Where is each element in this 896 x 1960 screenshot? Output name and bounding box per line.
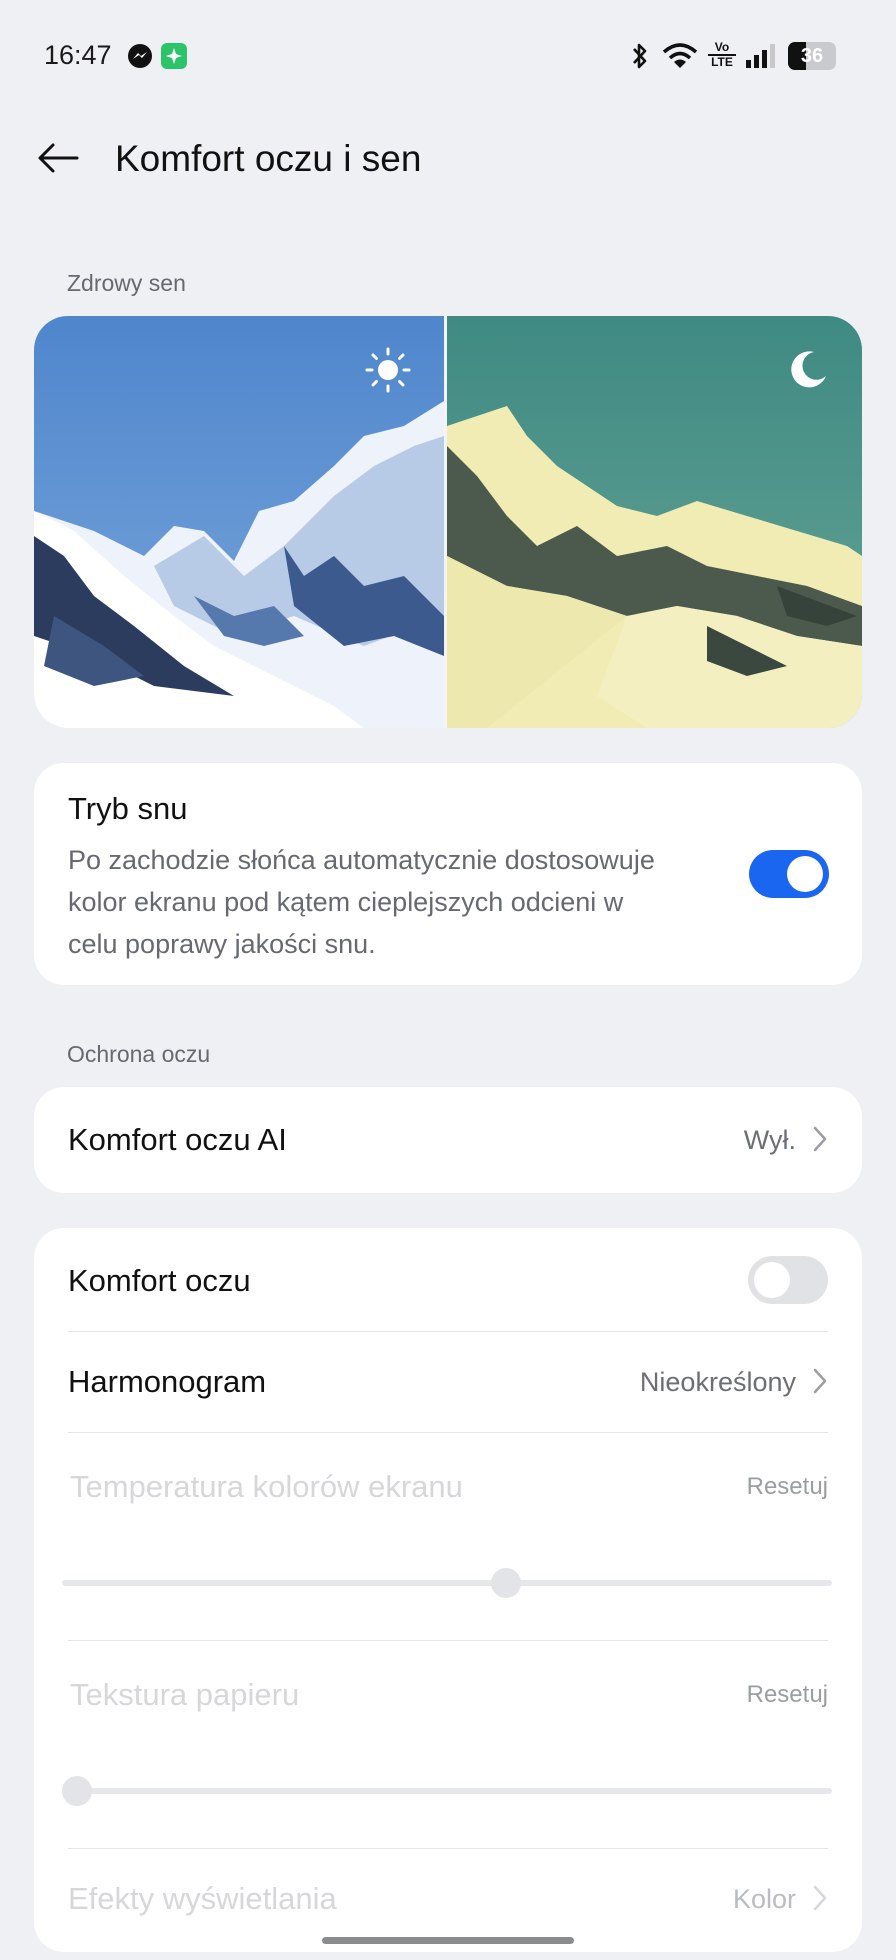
status-time: 16:47 bbox=[44, 40, 112, 70]
paper-texture-title: Tekstura papieru bbox=[70, 1677, 300, 1712]
moon-icon bbox=[791, 351, 826, 388]
chevron-right-icon bbox=[813, 1126, 827, 1152]
color-temperature-row: Temperatura kolorów ekranu Resetuj bbox=[68, 1433, 828, 1533]
sleep-mode-description-line: Po zachodzie słońca automatycznie dostos… bbox=[68, 845, 655, 875]
color-temperature-slider[interactable] bbox=[62, 1568, 832, 1598]
slider-thumb[interactable] bbox=[62, 1776, 92, 1806]
sleep-comparison-image bbox=[34, 316, 862, 728]
sleep-mode-card[interactable]: Tryb snu Po zachodzie słońca automatyczn… bbox=[34, 763, 862, 985]
wifi-icon bbox=[662, 43, 698, 68]
volte-bottom-label: LTE bbox=[708, 54, 736, 69]
chevron-right-icon bbox=[813, 1885, 827, 1911]
arrow-left-icon bbox=[38, 143, 79, 173]
color-temperature-title: Temperatura kolorów ekranu bbox=[70, 1469, 463, 1504]
sleep-mode-title: Tryb snu bbox=[68, 791, 188, 826]
sleep-mode-description-line: celu poprawy jakości snu. bbox=[68, 929, 376, 959]
header: Komfort oczu i sen bbox=[0, 120, 896, 200]
eye-comfort-toggle[interactable] bbox=[748, 1256, 828, 1304]
sun-icon bbox=[365, 347, 411, 393]
paper-texture-reset-button[interactable]: Resetuj bbox=[747, 1681, 828, 1709]
volte-top-label: Vo bbox=[714, 40, 730, 54]
display-effects-row[interactable]: Efekty wyświetlania Kolor bbox=[68, 1849, 828, 1949]
battery-icon: 36 bbox=[788, 42, 836, 70]
schedule-value: Nieokreślony bbox=[639, 1367, 796, 1397]
sleep-mode-description: Po zachodzie słońca automatycznie dostos… bbox=[68, 839, 748, 965]
toggle-knob bbox=[787, 856, 823, 892]
color-temperature-reset-button[interactable]: Resetuj bbox=[747, 1473, 828, 1501]
signal-icon bbox=[746, 44, 775, 68]
schedule-row[interactable]: Harmonogram Nieokreślony bbox=[68, 1332, 828, 1432]
eye-comfort-title: Komfort oczu bbox=[68, 1263, 251, 1298]
paper-texture-slider[interactable] bbox=[62, 1776, 832, 1806]
display-effects-value: Kolor bbox=[732, 1884, 796, 1914]
toggle-knob bbox=[754, 1262, 790, 1298]
display-effects-title: Efekty wyświetlania bbox=[68, 1881, 337, 1916]
page-title: Komfort oczu i sen bbox=[115, 138, 422, 179]
section-label-healthy-sleep: Zdrowy sen bbox=[67, 270, 186, 296]
eye-comfort-ai-value: Wył. bbox=[743, 1125, 796, 1155]
eye-comfort-ai-row[interactable]: Komfort oczu AI Wył. bbox=[34, 1087, 862, 1193]
section-label-eye-protection: Ochrona oczu bbox=[67, 1041, 211, 1067]
sleep-mode-toggle[interactable] bbox=[749, 850, 829, 898]
eye-comfort-ai-title: Komfort oczu AI bbox=[68, 1122, 287, 1157]
bluetooth-icon bbox=[633, 43, 647, 69]
app-notification-icon bbox=[161, 43, 187, 69]
eye-comfort-card: Komfort oczu Harmonogram Nieokreślony Te… bbox=[34, 1228, 862, 1952]
back-button[interactable] bbox=[30, 130, 86, 186]
schedule-title: Harmonogram bbox=[68, 1364, 267, 1399]
eye-comfort-row[interactable]: Komfort oczu bbox=[68, 1228, 828, 1330]
sleep-mode-description-line: kolor ekranu pod kątem cieplejszych odci… bbox=[68, 887, 624, 917]
battery-level: 36 bbox=[800, 45, 824, 67]
home-indicator[interactable] bbox=[322, 1937, 574, 1944]
status-bar: 16:47 Vo LTE 36 bbox=[0, 0, 896, 110]
messenger-icon bbox=[128, 44, 152, 68]
chevron-right-icon bbox=[813, 1368, 827, 1394]
volte-icon: Vo LTE bbox=[708, 41, 736, 71]
paper-texture-row: Tekstura papieru Resetuj bbox=[68, 1641, 828, 1741]
slider-thumb[interactable] bbox=[491, 1568, 522, 1598]
